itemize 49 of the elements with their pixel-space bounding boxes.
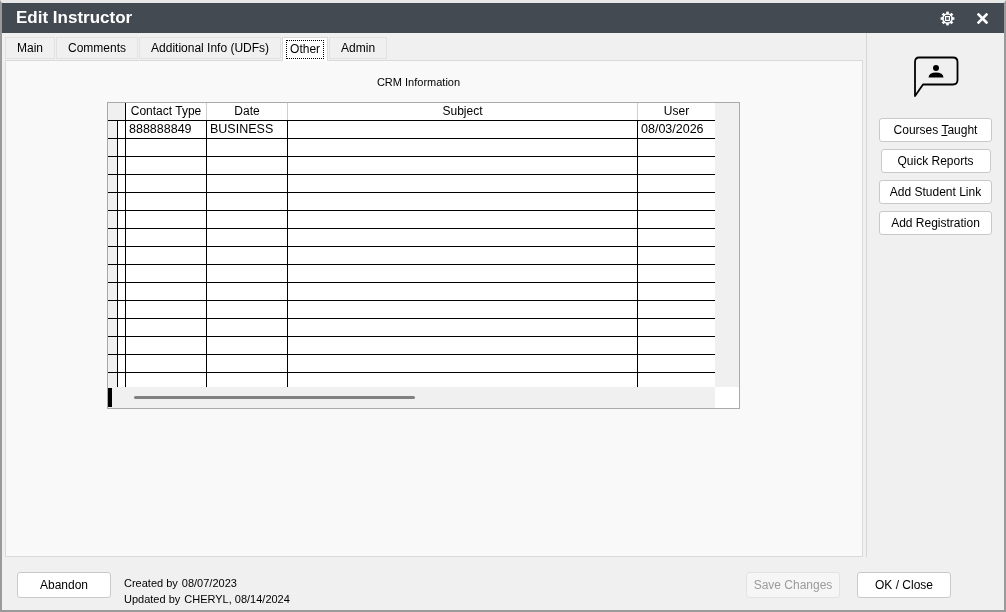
- row-header[interactable]: [108, 337, 118, 354]
- row-header[interactable]: [108, 319, 118, 336]
- column-header[interactable]: Subject: [288, 103, 638, 120]
- side-button[interactable]: Courses Taught: [879, 118, 992, 142]
- updated-label: Updated by: [124, 592, 181, 607]
- row-header[interactable]: [108, 139, 118, 156]
- row-header[interactable]: [108, 373, 118, 387]
- row-header[interactable]: [108, 301, 118, 318]
- row-header[interactable]: [108, 121, 118, 138]
- tab[interactable]: Main: [5, 37, 55, 59]
- corner-header[interactable]: [108, 103, 126, 120]
- footer-button[interactable]: Abandon: [17, 572, 111, 598]
- tab[interactable]: Additional Info (UDFs): [139, 37, 282, 59]
- settings-icon: [940, 10, 955, 26]
- tab[interactable]: Comments: [56, 37, 139, 59]
- table-cell-text: BUSINESS: [209, 121, 275, 138]
- row-header[interactable]: [108, 211, 118, 228]
- row-header[interactable]: [108, 157, 118, 174]
- row-header[interactable]: [108, 175, 118, 192]
- footer-button[interactable]: OK / Close: [857, 572, 951, 598]
- table-cell-text: 888888849: [128, 121, 193, 138]
- row-header[interactable]: [108, 265, 118, 282]
- close-icon: [977, 12, 988, 24]
- grid-title: CRM Information: [376, 75, 461, 89]
- column-header[interactable]: Date: [207, 103, 288, 120]
- side-button[interactable]: Add Registration: [879, 211, 992, 235]
- row-header[interactable]: [108, 247, 118, 264]
- updated-value: CHERYL, 08/14/2024: [184, 592, 290, 607]
- horizontal-scrollbar[interactable]: [108, 387, 715, 408]
- row-header[interactable]: [108, 193, 118, 210]
- column-header[interactable]: User: [638, 103, 715, 120]
- vertical-scrollbar[interactable]: [715, 103, 739, 387]
- column-header[interactable]: Contact Type: [126, 103, 207, 120]
- created-value: 08/07/2023: [181, 576, 237, 591]
- table-cell-text: 08/03/2026: [640, 121, 705, 138]
- chat-person-icon: [912, 56, 959, 98]
- created-label: Created by: [124, 576, 178, 591]
- close-button[interactable]: [977, 12, 988, 24]
- row-header[interactable]: [108, 229, 118, 246]
- side-button[interactable]: Add Student Link: [879, 180, 992, 204]
- bar-marker-icon: [108, 388, 112, 407]
- row-header[interactable]: [108, 283, 118, 300]
- scrollbar-thumb[interactable]: [134, 396, 415, 399]
- window-title: Edit Instructor: [16, 8, 134, 28]
- row-header[interactable]: [108, 355, 118, 372]
- tab[interactable]: Admin: [329, 37, 388, 59]
- tab[interactable]: Other: [282, 37, 329, 61]
- settings-button[interactable]: [940, 10, 955, 26]
- side-button[interactable]: Quick Reports: [880, 149, 991, 173]
